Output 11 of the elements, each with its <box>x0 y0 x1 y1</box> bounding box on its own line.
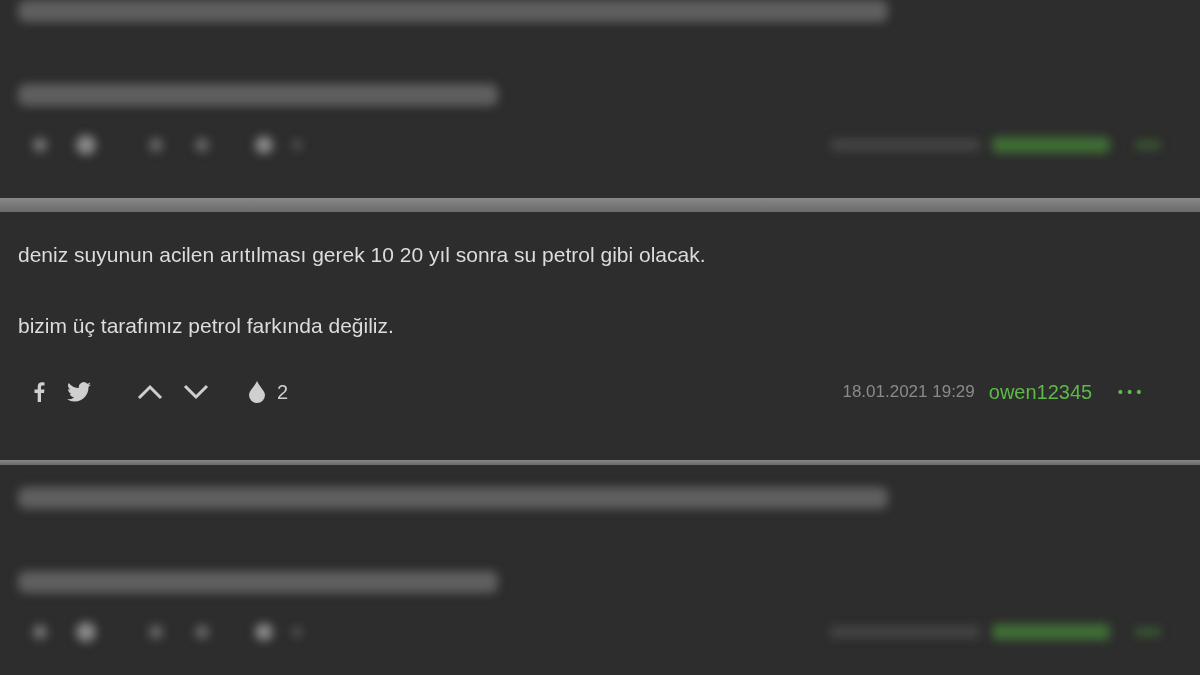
entry-date[interactable]: 18.01.2021 19:29 <box>842 382 975 402</box>
favorite-count[interactable]: 2 <box>277 380 289 404</box>
downvote-icon[interactable] <box>183 384 209 400</box>
upvote-icon[interactable] <box>137 384 163 400</box>
twitter-icon[interactable] <box>67 382 91 402</box>
more-button[interactable]: ••• <box>1116 384 1144 400</box>
author-link[interactable]: owen12345 <box>988 380 1093 404</box>
drop-icon[interactable] <box>249 381 265 403</box>
entry-text: bizim üç tarafımız petrol farkında değiliz. <box>18 313 395 339</box>
entry-text: deniz suyunun acilen arıtılması gerek 10 20 yıl sonra su petrol gibi olacak. <box>18 242 707 268</box>
facebook-icon[interactable] <box>34 382 45 402</box>
